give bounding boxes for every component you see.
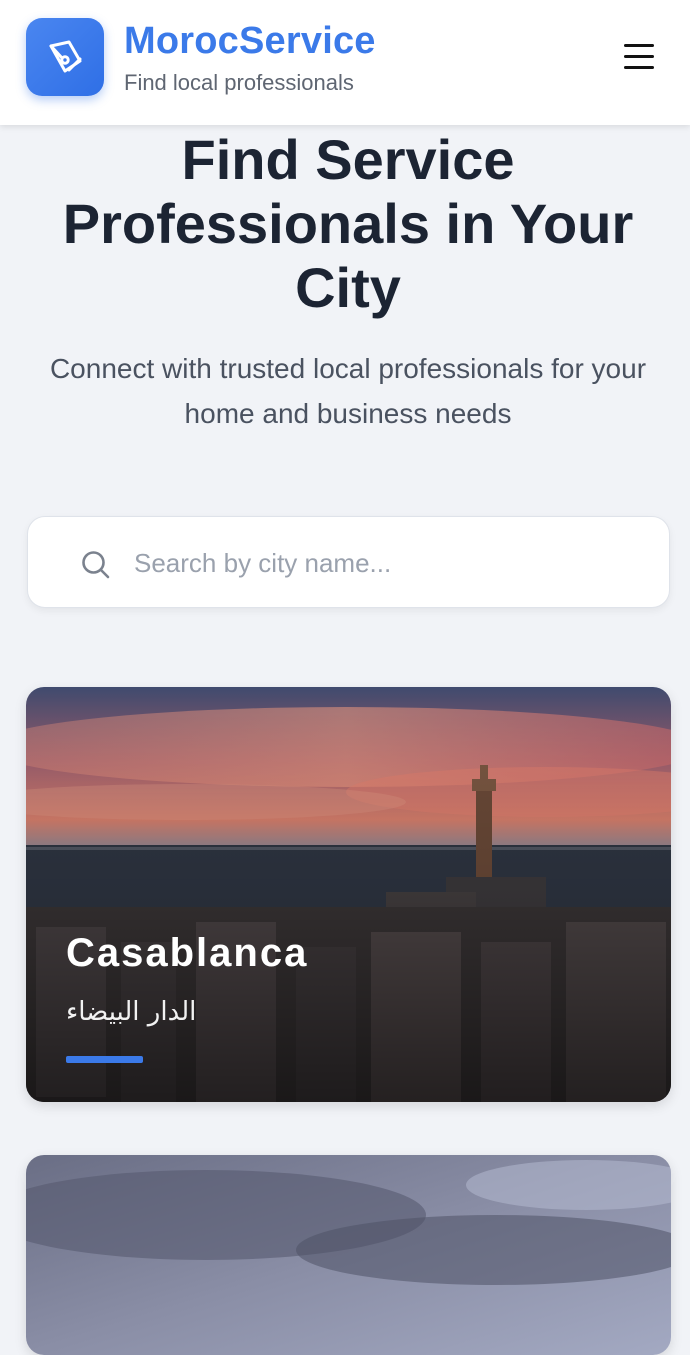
brand-logo[interactable] bbox=[26, 18, 104, 96]
hero-title: Find Service Professionals in Your City bbox=[62, 128, 634, 319]
pen-tool-icon bbox=[49, 40, 82, 73]
city-photo bbox=[26, 1155, 671, 1355]
city-photo bbox=[26, 687, 671, 1102]
search-icon bbox=[82, 551, 110, 579]
city-name-arabic: الدار البيضاء bbox=[66, 997, 197, 1027]
app-header: MorocService Find local professionals bbox=[0, 0, 690, 125]
hamburger-menu-icon[interactable] bbox=[620, 40, 658, 74]
city-accent-bar bbox=[66, 1056, 143, 1063]
city-card[interactable] bbox=[26, 1155, 671, 1355]
city-card-casablanca[interactable]: Casablanca الدار البيضاء bbox=[26, 687, 671, 1102]
hero-subtitle: Connect with trusted local professionals… bbox=[49, 353, 647, 429]
brand-name[interactable]: MorocService bbox=[124, 20, 376, 63]
search-bar[interactable] bbox=[27, 516, 670, 608]
search-input[interactable] bbox=[134, 545, 634, 581]
city-name: Casablanca bbox=[66, 931, 309, 975]
brand-tagline: Find local professionals bbox=[124, 70, 354, 95]
